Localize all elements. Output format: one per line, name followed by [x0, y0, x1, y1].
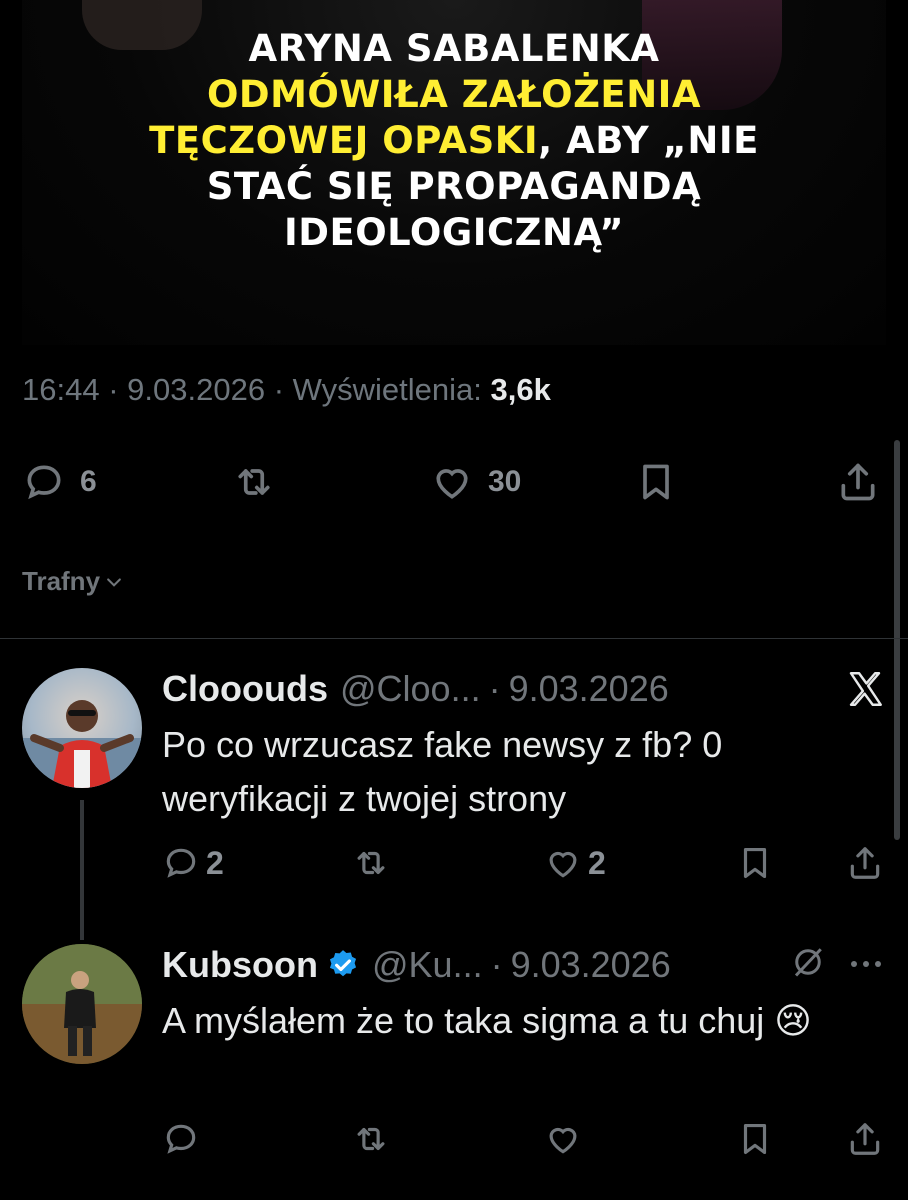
- reply-date[interactable]: 9.03.2026: [511, 944, 671, 986]
- user-handle[interactable]: @Ku...: [372, 944, 483, 986]
- like-count: 30: [488, 465, 522, 498]
- reply-action-bar: [162, 1114, 886, 1164]
- more-options-icon[interactable]: [848, 958, 884, 970]
- meta-separator: ·: [490, 944, 503, 985]
- user-handle[interactable]: @Cloo...: [340, 668, 481, 710]
- share-icon: [841, 463, 875, 501]
- repost-icon: [357, 1127, 385, 1151]
- avatar[interactable]: [22, 944, 142, 1064]
- reply-icon: [166, 848, 196, 878]
- share-button[interactable]: [846, 1114, 884, 1164]
- headline-line: ARYNA SABALENKA: [248, 27, 660, 70]
- display-name[interactable]: Clooouds: [162, 668, 328, 710]
- x-logo-icon[interactable]: [844, 668, 886, 710]
- like-button[interactable]: 2: [544, 838, 606, 888]
- reply-button[interactable]: 2: [162, 838, 224, 888]
- headline-line: TĘCZOWEJ OPASKI, ABY „NIE: [22, 118, 886, 164]
- reply-action-bar: 2 2: [162, 838, 886, 888]
- reply-count: 6: [80, 465, 97, 498]
- post-time[interactable]: 16:44: [22, 372, 100, 407]
- chevron-down-icon: [107, 577, 121, 587]
- bookmark-button[interactable]: [736, 838, 774, 888]
- views-label: Wyświetlenia:: [292, 372, 482, 407]
- grok-icon[interactable]: [790, 944, 826, 980]
- headline-highlight: TĘCZOWEJ OPASKI: [149, 119, 539, 162]
- heart-icon: [549, 851, 577, 878]
- avatar-illustration: [22, 700, 142, 788]
- meta-separator: ·: [488, 668, 501, 709]
- headline-text: , ABY „NIE: [538, 119, 759, 162]
- like-count: 2: [588, 844, 606, 881]
- scrollbar[interactable]: [894, 440, 900, 840]
- reply-header: Clooouds @Cloo... · 9.03.2026: [162, 668, 669, 710]
- views-count: 3,6k: [490, 372, 551, 407]
- meta-separator: ·: [273, 372, 285, 407]
- reply-icon: [166, 1124, 196, 1154]
- thread-line: [80, 800, 84, 940]
- headline-line: IDEOLOGICZNĄ”: [283, 211, 625, 254]
- sort-dropdown[interactable]: Trafny: [22, 566, 124, 597]
- meta-separator: ·: [108, 372, 119, 407]
- heart-icon: [549, 1127, 577, 1154]
- bookmark-button[interactable]: [634, 452, 678, 512]
- bookmark-icon: [643, 464, 669, 500]
- reply-text: Po co wrzucasz fake newsy z fb? 0 weryfi…: [162, 724, 723, 819]
- share-button[interactable]: [836, 452, 880, 512]
- repost-icon: [357, 851, 385, 875]
- reply-date[interactable]: 9.03.2026: [509, 668, 669, 710]
- repost-button[interactable]: [352, 838, 390, 888]
- repost-icon: [238, 469, 270, 495]
- bookmark-icon: [743, 1123, 767, 1155]
- divider: [0, 638, 908, 639]
- post-action-bar: 6 30: [22, 452, 886, 512]
- bookmark-icon: [743, 847, 767, 879]
- sort-label: Trafny: [22, 566, 101, 596]
- reply-text: A myślałem że to taka sigma a tu chuj 😢: [162, 1000, 812, 1041]
- reply-count: 2: [206, 844, 224, 881]
- like-button[interactable]: 30: [430, 452, 521, 512]
- share-icon: [850, 847, 880, 879]
- like-button[interactable]: [544, 1114, 582, 1164]
- avatar-illustration: [22, 944, 142, 1064]
- verified-badge-icon: [329, 950, 357, 977]
- headline-line: ODMÓWIŁA ZAŁOŻENIA: [206, 73, 702, 116]
- image-headline: ARYNA SABALENKA ODMÓWIŁA ZAŁOŻENIA TĘCZO…: [22, 26, 886, 256]
- post-image[interactable]: ARYNA SABALENKA ODMÓWIŁA ZAŁOŻENIA TĘCZO…: [22, 0, 886, 345]
- display-name[interactable]: Kubsoon: [162, 944, 318, 986]
- heart-icon: [436, 469, 468, 499]
- repost-button[interactable]: [352, 1114, 390, 1164]
- reply-icon: [27, 465, 61, 500]
- reply-header: Kubsoon @Ku... · 9.03.2026: [162, 944, 671, 986]
- share-button[interactable]: [846, 838, 884, 888]
- share-icon: [850, 1123, 880, 1155]
- reply-button[interactable]: 6: [22, 452, 97, 512]
- post-meta: 16:44 · 9.03.2026 · Wyświetlenia: 3,6k: [22, 372, 551, 408]
- headline-line: STAĆ SIĘ PROPAGANDĄ: [206, 165, 702, 208]
- avatar[interactable]: [22, 668, 142, 788]
- post-date[interactable]: 9.03.2026: [127, 372, 265, 407]
- repost-button[interactable]: [232, 452, 276, 512]
- reply-button[interactable]: [162, 1114, 200, 1164]
- bookmark-button[interactable]: [736, 1114, 774, 1164]
